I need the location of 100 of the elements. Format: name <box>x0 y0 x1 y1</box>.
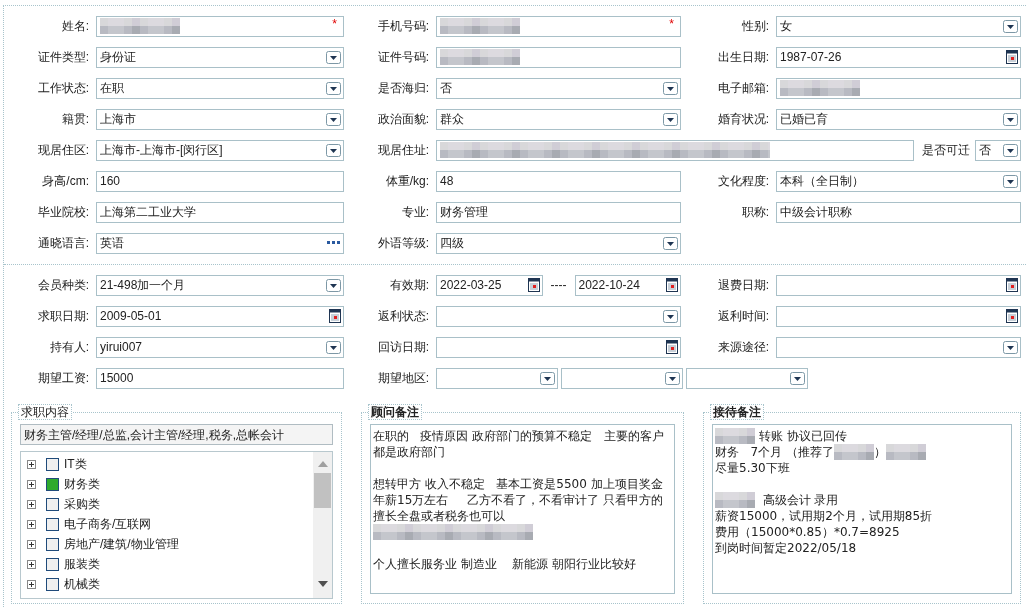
dropdown[interactable]: 上海市 <box>96 108 344 130</box>
date-input[interactable]: 2022-10-24 <box>574 274 681 296</box>
dropdown[interactable]: 否 <box>436 77 681 99</box>
checkbox[interactable] <box>46 557 59 571</box>
expand-icon[interactable] <box>27 519 36 529</box>
tree-item-label[interactable]: 财务类 <box>64 475 100 493</box>
note-text: 想转甲方 收入不稳定 基本工资是5500 加上项目奖金 <box>373 476 663 492</box>
more-icon[interactable] <box>327 241 341 245</box>
group-title: 接待备注 <box>710 404 764 420</box>
dropdown[interactable]: 四级 <box>436 232 681 254</box>
note-text: ） <box>873 444 886 460</box>
field-label: 求职日期: <box>36 308 90 325</box>
text-input[interactable] <box>776 77 1021 99</box>
text-input[interactable]: 48 <box>436 170 681 192</box>
calendar-icon[interactable] <box>527 278 540 292</box>
field-label: 退费日期: <box>716 277 770 294</box>
date-input[interactable]: 2022-03-25 <box>436 274 543 296</box>
field-label: 证件号码: <box>376 49 430 66</box>
dropdown[interactable]: 群众 <box>436 108 681 130</box>
text-input[interactable]: * <box>436 15 681 37</box>
date-input[interactable] <box>776 305 1021 327</box>
field-label: 返利状态: <box>376 308 430 325</box>
calendar-icon[interactable] <box>329 309 341 323</box>
group-title: 顾问备注 <box>368 404 422 420</box>
calendar-icon[interactable] <box>1006 50 1018 64</box>
text-input[interactable]: 财务管理 <box>436 201 681 223</box>
text-input[interactable]: * <box>96 15 344 37</box>
checkbox[interactable] <box>46 477 59 491</box>
expand-icon[interactable] <box>27 539 36 549</box>
checkbox[interactable] <box>46 457 59 471</box>
text-input[interactable]: 中级会计职称 <box>776 201 1021 223</box>
checkbox[interactable] <box>46 537 59 551</box>
text-input[interactable] <box>436 46 681 68</box>
dropdown[interactable]: 身份证 <box>96 46 344 68</box>
checkbox[interactable] <box>46 497 59 511</box>
calendar-icon[interactable] <box>1006 278 1018 292</box>
scrollbar[interactable] <box>313 452 332 598</box>
notes-textarea[interactable]: 转账 协议已回传 财务 7个月 （推荐了 ） 尽量5.30下班 高级会计 录用 薪资15000，试用期2个月，试用期85折 费用（15000*0.85）*0.7=8925 到岗时间暂定2022/05/18 <box>712 424 1012 594</box>
dropdown[interactable]: 本科（全日制） <box>776 170 1021 192</box>
text-input[interactable]: 上海第二工业大学 <box>96 201 344 223</box>
field-label: 专业: <box>400 204 430 221</box>
expand-icon[interactable] <box>27 499 36 509</box>
field-label: 期望地区: <box>376 370 430 387</box>
field-label: 文化程度: <box>716 173 770 190</box>
date-input[interactable]: 1987-07-26 <box>776 46 1021 68</box>
note-text: 到岗时间暂定2022/05/18 <box>715 540 857 556</box>
field-label: 证件类型: <box>36 49 90 66</box>
calendar-icon[interactable] <box>666 340 678 354</box>
text-input[interactable] <box>436 139 914 161</box>
date-input[interactable] <box>776 274 1021 296</box>
selected-jobs-field[interactable]: 财务主管/经理/总监,会计主管/经理,税务,总帐会计 <box>20 424 333 445</box>
field-label: 体重/kg: <box>384 173 430 190</box>
dropdown[interactable]: 21-498加一个月 <box>96 274 344 296</box>
checkbox[interactable] <box>46 517 59 531</box>
text-input[interactable]: 160 <box>96 170 344 192</box>
field-label: 现居住区: <box>36 142 90 159</box>
date-input[interactable] <box>436 336 681 358</box>
date-input[interactable]: 2009-05-01 <box>96 305 344 327</box>
expand-icon[interactable] <box>27 479 36 489</box>
tree-item-label[interactable]: 电子商务/互联网 <box>64 515 152 533</box>
field-label: 毕业院校: <box>36 204 90 221</box>
note-text: 擅长全盘或者税务也可以 <box>373 508 505 524</box>
notes-textarea[interactable]: 在职的 疫情原因 政府部门的预算不稳定 主要的客户 都是政府部门 想转甲方 收入不稳定 基本工资是5500 加上项目奖金 年薪15万左右 乙方不看了，不看审计了 只看甲方的 擅长全盘或者税务也可以 个人擅长服务业 制造业 新能源 朝阳行业比较好 <box>370 424 675 594</box>
dropdown[interactable]: yirui007 <box>96 336 344 358</box>
scroll-down-icon[interactable] <box>317 581 328 587</box>
lookup-input[interactable]: 英语 <box>96 232 344 254</box>
field-label: 来源途径: <box>716 339 770 356</box>
expand-icon[interactable] <box>27 459 36 469</box>
tree-item-label[interactable]: 房地产/建筑/物业管理 <box>64 535 179 553</box>
field-label: 姓名: <box>60 18 90 35</box>
field-label: 电子邮箱: <box>716 80 770 97</box>
expand-icon[interactable] <box>27 579 36 589</box>
field-label: 职称: <box>740 204 770 221</box>
dropdown[interactable]: 已婚已育 <box>776 108 1021 130</box>
field-label: 通晓语言: <box>36 235 90 252</box>
tree-item-label[interactable]: 采购类 <box>64 495 100 513</box>
field-label: 是否可迁 <box>922 142 970 159</box>
field-label: 出生日期: <box>716 49 770 66</box>
expand-icon[interactable] <box>27 559 36 569</box>
field-label: 婚育状况: <box>716 111 770 128</box>
calendar-icon[interactable] <box>1006 309 1018 323</box>
field-label: 手机号码: <box>376 18 430 35</box>
field-label: 工作状态: <box>36 80 90 97</box>
dropdown[interactable]: 女 <box>776 15 1021 37</box>
tree-item-label[interactable]: 服装类 <box>64 555 100 573</box>
tree-item-label[interactable]: IT类 <box>64 455 87 473</box>
dropdown[interactable]: 否 <box>975 139 1021 161</box>
note-text: 费用（15000*0.85）*0.7=8925 <box>715 524 900 540</box>
dropdown[interactable]: 在职 <box>96 77 344 99</box>
scrollbar-thumb[interactable] <box>314 473 331 508</box>
checkbox[interactable] <box>46 577 59 591</box>
field-label: 期望工资: <box>36 370 90 387</box>
calendar-icon[interactable] <box>666 278 678 292</box>
text-input[interactable]: 15000 <box>96 367 344 389</box>
dropdown[interactable]: 上海市-上海市-[闵行区] <box>96 139 344 161</box>
note-text: 年薪15万左右 乙方不看了，不看审计了 只看甲方的 <box>373 492 664 508</box>
note-text: 薪资15000，试用期2个月，试用期85折 <box>715 508 933 524</box>
tree-item-label[interactable]: 机械类 <box>64 575 100 593</box>
group-title: 求职内容 <box>18 404 72 420</box>
field-label: 性别: <box>740 18 770 35</box>
